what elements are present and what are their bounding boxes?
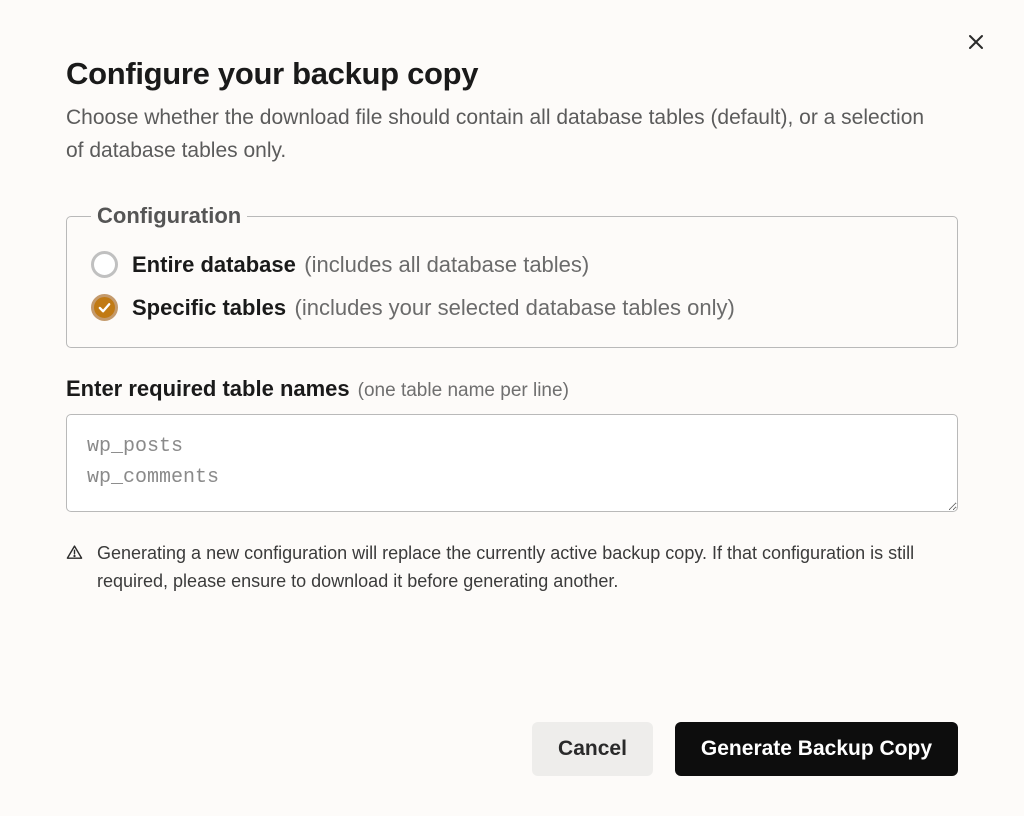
radio-icon-selected [91, 294, 118, 321]
modal-subtitle: Choose whether the download file should … [66, 102, 946, 167]
configuration-legend: Configuration [91, 203, 247, 229]
modal-title: Configure your backup copy [66, 56, 958, 92]
radio-specific-tables[interactable]: Specific tables (includes your selected … [91, 286, 933, 329]
generate-backup-button[interactable]: Generate Backup Copy [675, 722, 958, 776]
modal-footer: Cancel Generate Backup Copy [66, 698, 958, 776]
radio-icon [91, 251, 118, 278]
warning-text: Generating a new configuration will repl… [97, 540, 958, 596]
close-icon [968, 34, 984, 50]
table-names-input[interactable] [66, 414, 958, 512]
warning-message: Generating a new configuration will repl… [66, 540, 958, 596]
radio-label: Entire database [132, 252, 296, 277]
radio-hint: (includes your selected database tables … [295, 295, 735, 320]
tables-field-label: Enter required table names (one table na… [66, 376, 958, 402]
close-button[interactable] [962, 28, 990, 56]
tables-label-text: Enter required table names [66, 376, 350, 402]
backup-config-modal: Configure your backup copy Choose whethe… [10, 0, 1014, 808]
configuration-fieldset: Configuration Entire database (includes … [66, 203, 958, 348]
radio-entire-database[interactable]: Entire database (includes all database t… [91, 243, 933, 286]
radio-label: Specific tables [132, 295, 286, 320]
warning-icon [66, 544, 83, 561]
tables-label-hint: (one table name per line) [358, 380, 569, 402]
radio-hint: (includes all database tables) [304, 252, 589, 277]
cancel-button[interactable]: Cancel [532, 722, 653, 776]
